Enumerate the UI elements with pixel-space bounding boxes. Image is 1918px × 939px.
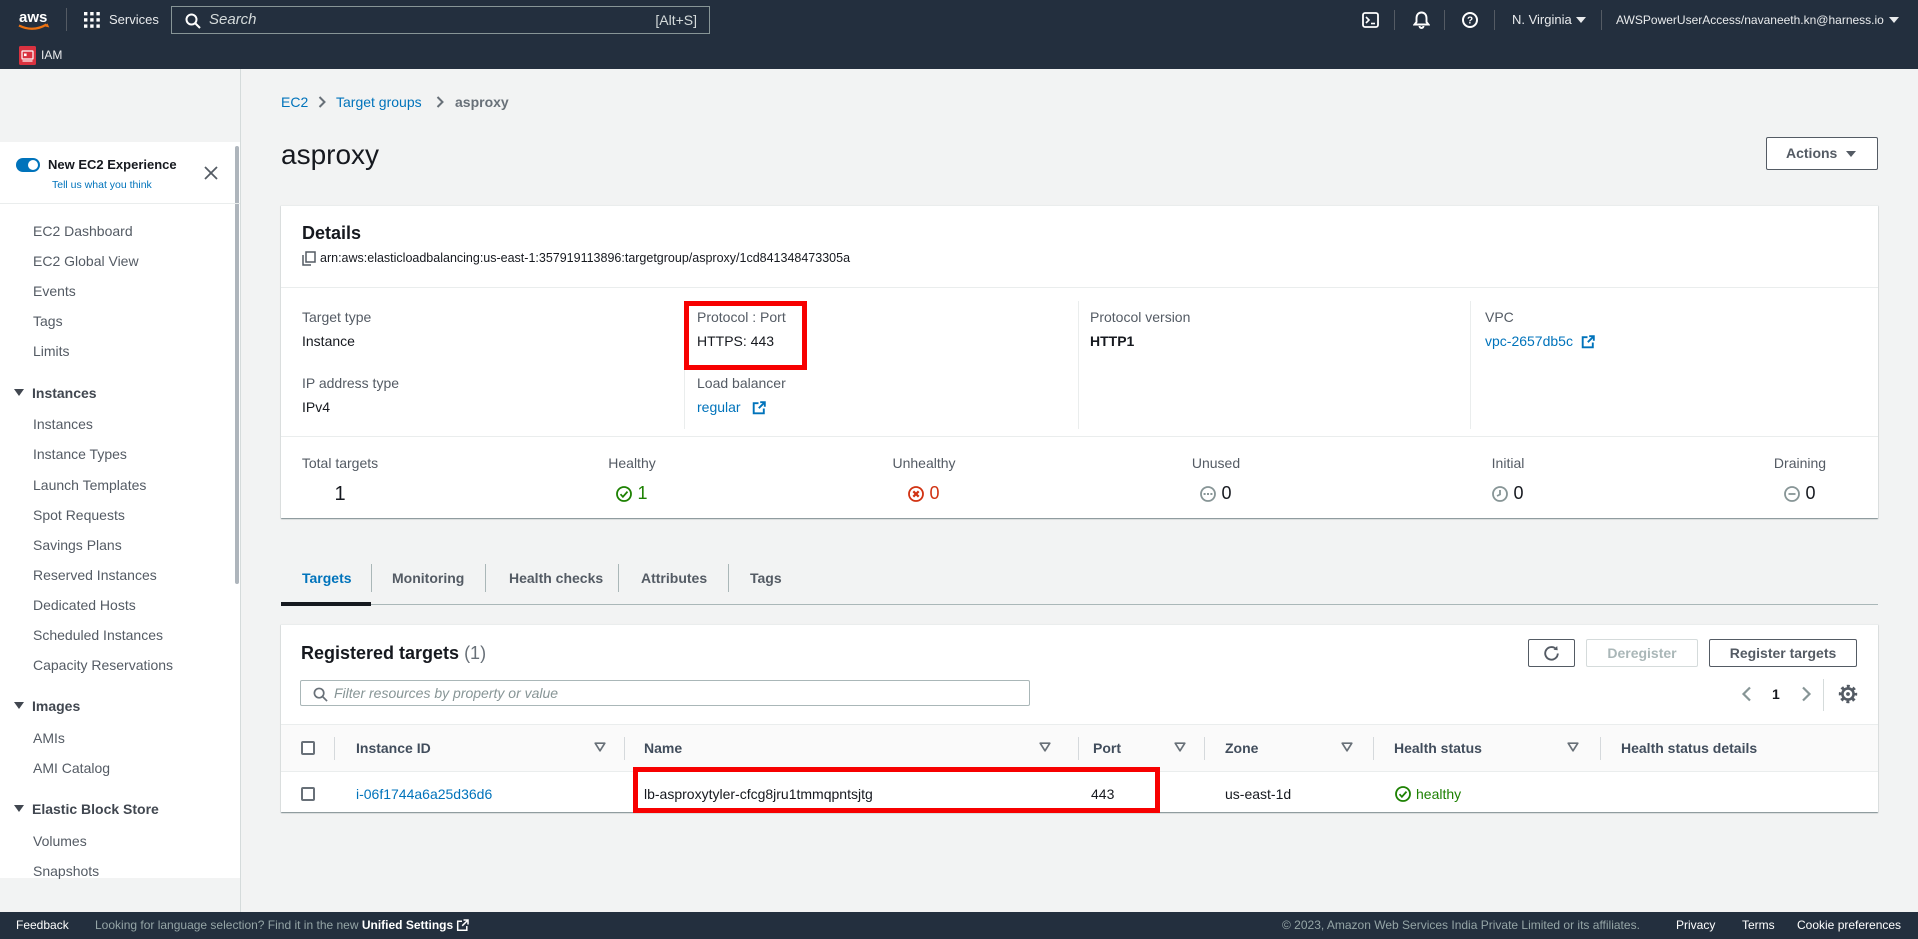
svg-text:?: ? — [1467, 16, 1473, 27]
svg-text:aws: aws — [19, 9, 47, 26]
